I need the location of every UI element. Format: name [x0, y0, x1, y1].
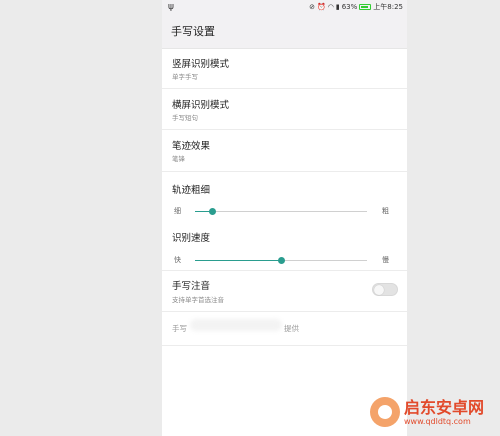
redacted-region [190, 319, 282, 331]
provider-item: 手写 提供 [162, 312, 407, 346]
vertical-mode-value: 单字手写 [172, 73, 198, 81]
pinyin-item[interactable]: 手写注音 支持单字首选注音 [162, 271, 407, 312]
pinyin-desc: 支持单字首选注音 [172, 296, 224, 304]
watermark-url: www.qdldtq.com [404, 416, 471, 426]
recognition-speed-slider-fill [195, 260, 281, 261]
stroke-width-min-label: 细 [174, 207, 181, 215]
pinyin-title: 手写注音 [172, 281, 211, 292]
stroke-width-title: 轨迹粗细 [172, 185, 211, 196]
battery-icon [359, 4, 372, 10]
status-bar: ψ ⊘ ⏰ ◠ ▮ 63% 上午8:25 [162, 0, 407, 14]
signal-icon: ▮ [335, 3, 340, 11]
stroke-width-slider[interactable] [195, 208, 367, 215]
horizontal-mode-value: 手写短句 [172, 114, 198, 122]
page-title-bar: 手写设置 [162, 14, 407, 49]
silent-icon: ⊘ [309, 3, 316, 11]
vertical-mode-title: 竖屏识别模式 [172, 59, 230, 70]
phone-screen: ψ ⊘ ⏰ ◠ ▮ 63% 上午8:25 手写设置 竖屏识别模式 单字手写 横屏… [162, 0, 407, 436]
watermark-logo-icon [370, 397, 400, 427]
stroke-width-max-label: 粗 [382, 207, 389, 215]
stroke-effect-value: 笔锋 [172, 155, 185, 163]
provider-suffix: 提供 [284, 324, 299, 333]
usb-icon: ψ [168, 2, 174, 12]
horizontal-mode-item[interactable]: 横屏识别模式 手写短句 [162, 89, 407, 130]
wifi-icon: ◠ [327, 3, 334, 11]
recognition-speed-item: 识别速度 快 慢 [162, 226, 407, 271]
stroke-effect-title: 笔迹效果 [172, 141, 211, 152]
stroke-effect-item[interactable]: 笔迹效果 笔锋 [162, 130, 407, 172]
pinyin-toggle[interactable] [372, 283, 398, 296]
recognition-speed-min-label: 快 [174, 256, 181, 264]
vertical-mode-item[interactable]: 竖屏识别模式 单字手写 [162, 49, 407, 89]
site-watermark: 启东安卓网 www.qdldtq.com [370, 397, 484, 427]
provider-prefix: 手写 [172, 324, 187, 333]
stroke-width-item: 轨迹粗细 细 粗 [162, 172, 407, 226]
alarm-icon: ⏰ [317, 3, 326, 11]
watermark-brand: 启东安卓网 [404, 397, 485, 417]
stroke-width-slider-thumb[interactable] [208, 208, 216, 215]
pinyin-toggle-knob [374, 285, 384, 295]
page-title: 手写设置 [171, 25, 215, 38]
recognition-speed-max-label: 慢 [382, 256, 389, 264]
battery-percent: 63% [341, 3, 358, 11]
recognition-speed-title: 识别速度 [172, 233, 211, 244]
recognition-speed-slider-thumb[interactable] [277, 257, 285, 264]
clock: 上午8:25 [373, 3, 403, 11]
horizontal-mode-title: 横屏识别模式 [172, 100, 230, 111]
recognition-speed-slider[interactable] [195, 257, 367, 264]
